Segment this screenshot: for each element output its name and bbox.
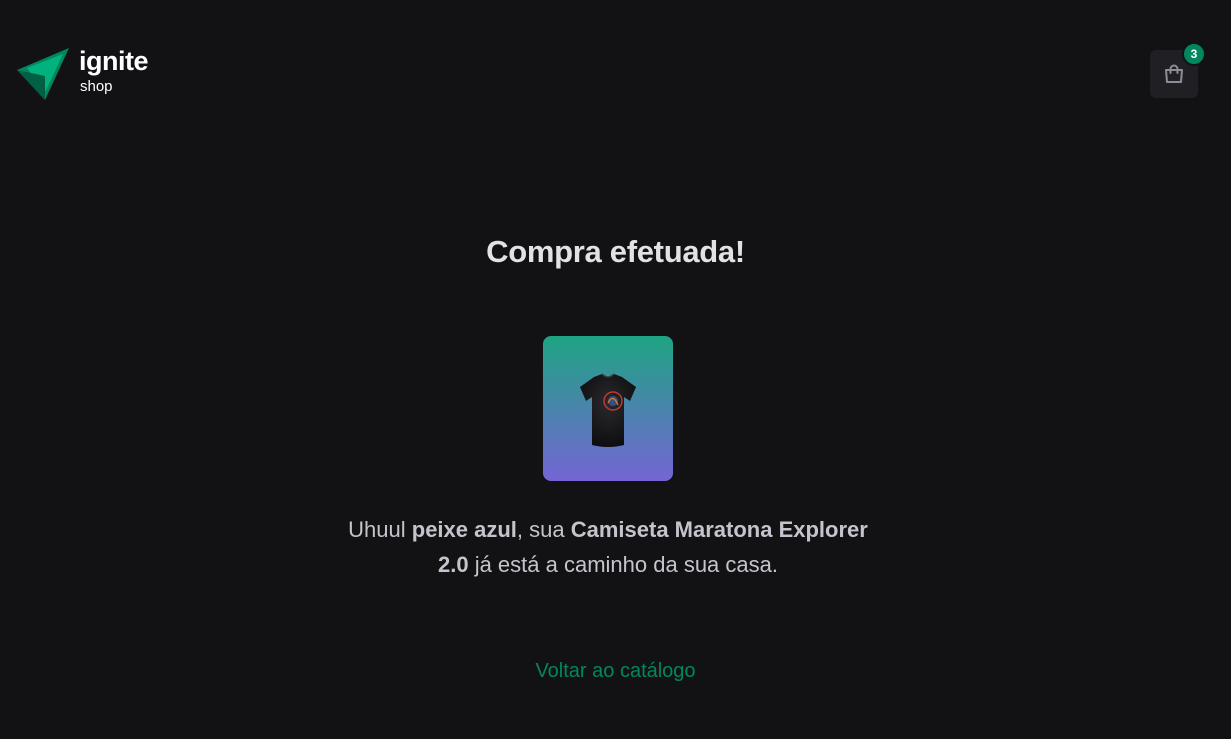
logo[interactable]: ignite shop [17, 46, 149, 102]
message-prefix: Uhuul [348, 517, 412, 542]
customer-name: peixe azul [411, 517, 517, 542]
logo-mark-icon [17, 48, 69, 100]
logo-title: ignite [79, 46, 149, 76]
message-mid: , sua [516, 517, 571, 542]
shopping-bag-icon [1165, 64, 1183, 83]
logo-text: ignite shop [79, 46, 149, 95]
logo-subtitle: shop [80, 78, 113, 95]
header: ignite shop 3 [0, 0, 1231, 130]
message-suffix: já está a caminho da sua casa. [468, 552, 778, 577]
confirmation-message: Uhuul peixe azul, sua Camiseta Maratona … [330, 512, 886, 582]
page-title: Compra efetuada! [486, 234, 745, 269]
back-to-catalog-link[interactable]: Voltar ao catálogo [0, 660, 1231, 683]
tshirt-image [580, 372, 636, 447]
product-image [543, 336, 673, 481]
cart-count-badge: 3 [1182, 42, 1206, 66]
